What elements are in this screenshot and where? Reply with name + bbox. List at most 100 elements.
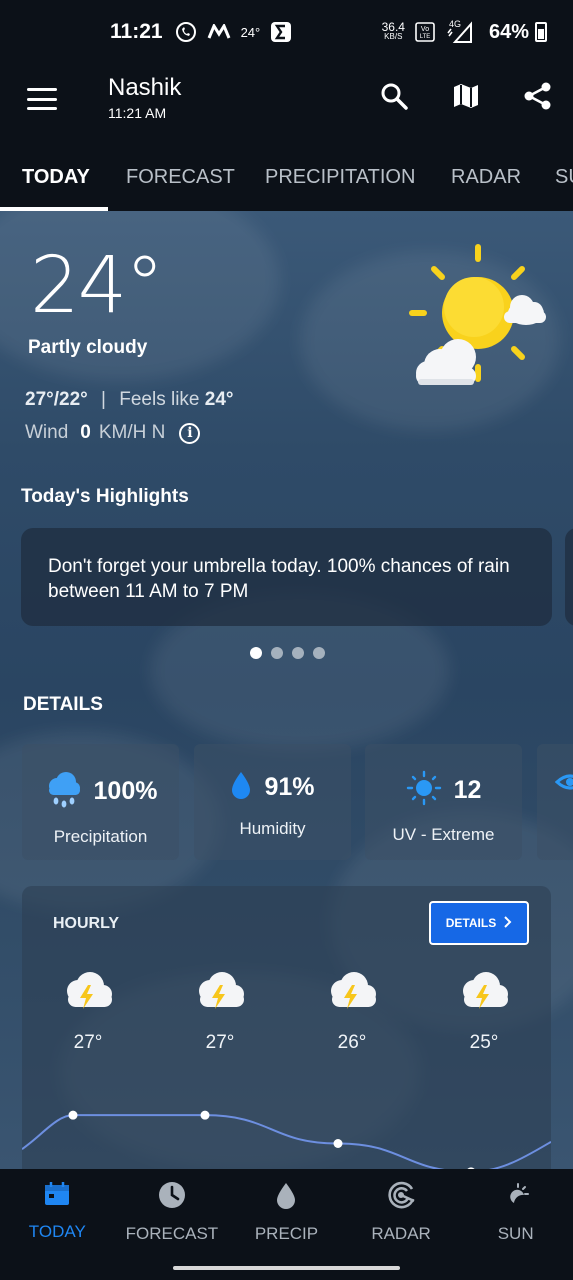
wind-line: Wind 0 KM/H N i — [25, 422, 201, 444]
hourly-temp-point — [333, 1139, 343, 1148]
precipitation-card[interactable]: 100% Precipitation — [22, 744, 179, 860]
battery-icon — [535, 22, 547, 42]
tab-bar: TODAY FORECAST PRECIPITATION RADAR SU — [0, 144, 573, 211]
separator: | — [101, 389, 106, 410]
hourly-temp-line — [22, 1114, 551, 1169]
feels-like-label: Feels like — [119, 389, 200, 410]
status-bar: 11:21 24° 36.4 KB/S Vo LTE 4G 64% — [0, 0, 573, 64]
nav-sun-label: SUN — [497, 1224, 534, 1243]
chevron-right-icon — [504, 915, 512, 931]
search-icon[interactable] — [379, 80, 409, 112]
hourly-details-button[interactable]: DETAILS — [429, 901, 529, 945]
location-time: 11:21 AM — [108, 105, 167, 121]
notif-temp: 24° — [240, 24, 261, 40]
net-speed-value: 36.4 — [381, 20, 405, 34]
details-title: DETAILS — [23, 694, 103, 715]
pager-dot[interactable] — [292, 647, 304, 659]
droplet-icon — [275, 1181, 297, 1214]
main-content[interactable]: 24° Partly cloudy 27°/22° | Feels like 2… — [0, 211, 573, 1169]
thunderstorm-icon — [192, 972, 248, 1015]
wind-unit: KM/H N — [98, 422, 166, 443]
tab-radar[interactable]: RADAR — [451, 144, 521, 211]
highlights-title: Today's Highlights — [21, 486, 189, 507]
pager-dot[interactable] — [250, 647, 262, 659]
current-condition: Partly cloudy — [28, 337, 148, 358]
pager-dots — [250, 647, 325, 659]
gesture-bar — [0, 1255, 573, 1280]
radar-icon — [386, 1181, 416, 1214]
hourly-temp-point — [68, 1110, 78, 1120]
eye-icon — [554, 770, 573, 799]
tab-precipitation[interactable]: PRECIPITATION — [265, 144, 415, 211]
uv-card[interactable]: 12 UV - Extreme — [365, 744, 522, 860]
hourly-item[interactable]: 25° — [449, 971, 519, 1054]
pager-dot[interactable] — [313, 647, 325, 659]
tab-today[interactable]: TODAY — [22, 144, 90, 211]
bottom-nav: TODAY FORECAST PRECIP RADAR SUN — [0, 1169, 573, 1255]
hourly-item[interactable]: 27° — [185, 971, 255, 1054]
temp-range-line: 27°/22° | Feels like 24° — [25, 389, 234, 411]
hourly-card[interactable]: HOURLY DETAILS 27° 27° 26° 25° — [22, 886, 551, 1169]
hourly-temp: 25° — [469, 1032, 499, 1053]
highlight-card[interactable]: Don't forget your umbrella today. 100% c… — [21, 528, 552, 626]
partly-cloudy-icon — [408, 241, 553, 386]
humidity-label: Humidity — [239, 819, 306, 838]
location-name: Nashik — [108, 74, 182, 101]
hourly-item[interactable]: 26° — [317, 971, 387, 1054]
map-icon[interactable] — [451, 80, 481, 112]
net-speed: 36.4 KB/S — [381, 20, 405, 42]
clock-icon — [158, 1181, 186, 1214]
nav-today-label: TODAY — [28, 1222, 86, 1241]
sigma-icon — [270, 21, 292, 43]
moon-sun-icon — [502, 1181, 530, 1214]
visibility-card[interactable] — [537, 744, 573, 860]
sun-icon — [406, 770, 442, 811]
highlight-message: Don't forget your umbrella today. 100% c… — [48, 556, 510, 602]
uv-value: 12 — [453, 776, 482, 804]
app-m-icon — [207, 24, 231, 40]
calendar-icon — [43, 1181, 71, 1212]
hourly-temp: 26° — [337, 1032, 367, 1053]
nav-today[interactable]: TODAY — [0, 1169, 115, 1255]
thunderstorm-icon — [456, 972, 512, 1015]
rain-cloud-icon — [44, 770, 82, 813]
highlight-card-next[interactable] — [565, 528, 573, 626]
thunderstorm-icon — [60, 972, 116, 1015]
nav-radar[interactable]: RADAR — [344, 1169, 459, 1255]
details-button-label: DETAILS — [445, 916, 497, 930]
nav-sun[interactable]: SUN — [458, 1169, 573, 1255]
svg-text:LTE: LTE — [420, 34, 431, 40]
tab-sun[interactable]: SU — [555, 144, 573, 211]
nav-precip-label: PRECIP — [254, 1224, 319, 1243]
hourly-item[interactable]: 27° — [53, 971, 123, 1054]
hourly-temp-point — [200, 1110, 210, 1120]
share-icon[interactable] — [523, 80, 553, 112]
pager-dot[interactable] — [271, 647, 283, 659]
menu-icon[interactable] — [27, 88, 57, 110]
precipitation-label: Precipitation — [53, 827, 148, 846]
tab-forecast[interactable]: FORECAST — [126, 144, 235, 211]
info-icon[interactable]: i — [179, 422, 201, 444]
humidity-card[interactable]: 91% Humidity — [194, 744, 351, 860]
wind-value: 0 — [80, 422, 91, 443]
wind-label: Wind — [25, 422, 69, 443]
hourly-temp-chart — [22, 1110, 551, 1169]
network-type: 4G — [448, 19, 461, 29]
nav-forecast[interactable]: FORECAST — [115, 1169, 230, 1255]
volte-icon: Vo LTE — [415, 22, 435, 42]
nav-precip[interactable]: PRECIP — [229, 1169, 344, 1255]
status-time: 11:21 — [110, 20, 163, 43]
droplet-icon — [230, 770, 252, 805]
location-block[interactable]: Nashik 11:21 AM — [108, 74, 181, 121]
thunderstorm-icon — [324, 972, 380, 1015]
hourly-temp: 27° — [205, 1032, 235, 1053]
net-speed-unit: KB/S — [384, 32, 403, 41]
feels-like-value: 24° — [204, 389, 234, 410]
svg-text:Vo: Vo — [421, 26, 429, 33]
uv-label: UV - Extreme — [392, 825, 495, 844]
hourly-temp: 27° — [73, 1032, 103, 1053]
whatsapp-icon — [175, 21, 197, 43]
battery-percent: 64% — [488, 20, 529, 43]
nav-radar-label: RADAR — [371, 1224, 431, 1243]
app-bar: Nashik 11:21 AM — [0, 64, 573, 144]
